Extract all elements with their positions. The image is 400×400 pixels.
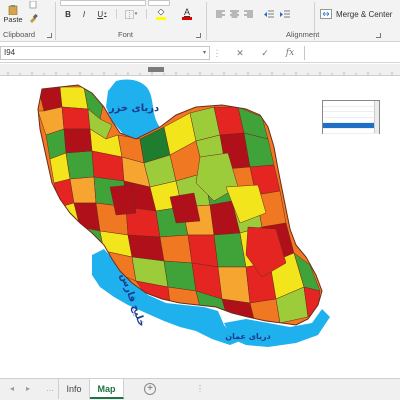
font-color-label: A [183,7,190,17]
cancel-entry-button[interactable]: ✕ [230,46,250,60]
caspian-sea-label: دریای خزر [108,103,159,114]
decrease-indent-icon [264,10,274,17]
plus-icon: + [147,383,153,394]
name-box-value: I94 [4,48,16,57]
insert-function-button[interactable]: fx [280,46,300,60]
decrease-indent-button[interactable] [262,8,276,20]
merge-center-button[interactable]: Merge & Center [320,7,398,21]
font-color-button[interactable]: A [178,6,196,21]
sheet-tab-bar: ◂ ▸ … Info Map + ⋮ [0,378,400,400]
underline-label: U [97,9,104,19]
format-painter-button[interactable] [26,12,40,24]
paste-button[interactable]: Paste [2,1,24,27]
province-cells [38,86,321,324]
clipboard-launcher[interactable] [47,33,52,38]
italic-label: I [82,9,86,19]
merge-center-label: Merge & Center [336,9,393,19]
copy-icon [29,1,37,9]
selected-column-marker [148,67,164,72]
sheet-tab-label: Info [66,384,82,394]
fill-color-swatch [156,16,166,20]
function-icon: fx [285,48,295,58]
formula-bar: I94 ▾ ⋮ ✕ ✓ fx [0,43,400,63]
column-ruler[interactable] [0,64,400,76]
font-color-swatch [182,17,192,20]
borders-button[interactable]: ▾ [122,8,140,20]
align-right-button[interactable] [242,9,254,19]
bold-label: B [65,9,71,19]
align-left-button[interactable] [214,9,226,19]
ribbon: Paste Clipboard B I U ▾ ▾ A Font Merge &… [0,0,400,42]
list-box-control[interactable] [322,100,380,134]
align-right-icon [243,10,253,18]
paste-label: Paste [3,14,23,24]
font-size-dropdown[interactable] [148,0,170,6]
more-sheets-icon[interactable]: … [46,384,54,393]
fill-color-button[interactable] [152,7,170,21]
clipboard-icon [8,4,18,15]
sheet-tab-map[interactable]: Map [90,379,124,399]
enter-entry-button[interactable]: ✓ [255,46,275,60]
chevron-down-icon: ▾ [104,11,107,17]
list-box-scrollbar[interactable] [374,101,379,133]
chevron-left-icon[interactable]: ◂ [10,384,14,393]
clipboard-group-label: Clipboard [3,30,36,39]
chevron-down-icon[interactable]: ▾ [203,47,206,59]
ribbon-divider [206,2,207,40]
border-icon [124,9,134,19]
more-options-icon[interactable]: ⋮ [212,46,222,60]
italic-button[interactable]: I [78,8,90,20]
paint-bucket-icon [157,8,165,15]
merge-center-icon [320,9,332,19]
ribbon-divider [146,9,147,19]
ribbon-divider [116,9,117,19]
sheet-tab-info[interactable]: Info [58,379,90,399]
increase-indent-button[interactable] [278,8,292,20]
font-launcher[interactable] [196,33,201,38]
increase-indent-icon [280,10,290,17]
sheet-tab-label: Map [97,384,116,394]
add-sheet-button[interactable]: + [144,383,156,395]
font-group-label: Font [118,30,134,39]
align-left-icon [215,10,225,18]
align-center-icon [229,10,239,18]
more-options-icon[interactable]: ⋮ [196,384,204,393]
ruler-ticks [7,67,393,75]
name-box[interactable]: I94 ▾ [0,46,210,60]
alignment-group-label: Alignment [286,30,320,39]
underline-button[interactable]: U ▾ [94,8,110,20]
font-name-dropdown[interactable] [60,0,146,6]
chevron-right-icon[interactable]: ▸ [26,384,30,393]
align-center-button[interactable] [228,9,240,19]
alignment-launcher[interactable] [376,33,381,38]
chevron-down-icon: ▾ [134,11,138,17]
formula-input[interactable] [304,46,400,60]
cut-copy-button[interactable] [28,0,40,10]
list-box-item[interactable] [323,129,379,134]
oman-sea-label: دریای عمان [225,332,271,341]
brush-icon [30,13,38,23]
sheet-area[interactable]: دریای خزر خلیج فارس دریای عمان [0,77,400,377]
cancel-icon: ✕ [236,47,244,58]
check-icon: ✓ [261,47,269,58]
bold-button[interactable]: B [62,8,74,20]
ribbon-divider [55,2,56,40]
